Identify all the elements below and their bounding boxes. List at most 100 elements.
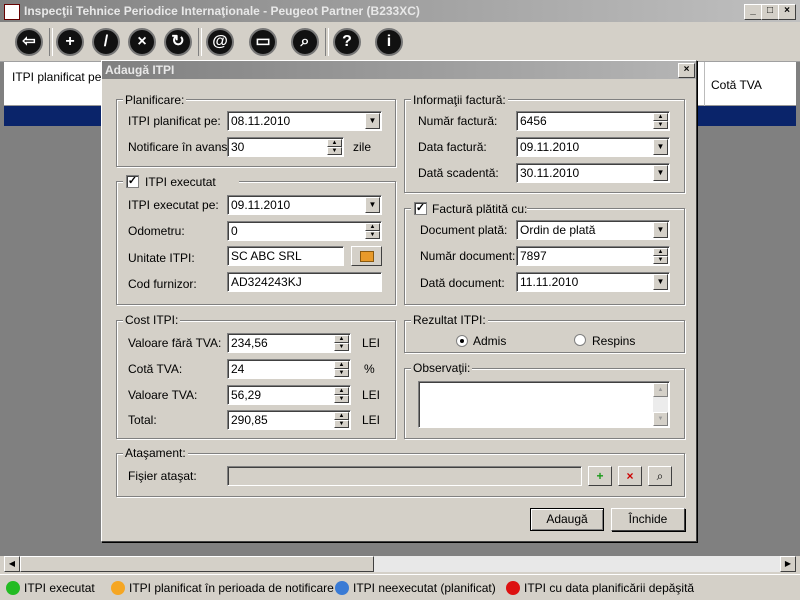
refresh-icon: ↻ — [164, 28, 192, 56]
search-button[interactable]: ⌕ — [288, 26, 322, 58]
column-header-vat[interactable]: Cotă TVA — [711, 78, 762, 92]
scroll-thumb[interactable] — [20, 556, 374, 572]
invoice-number-stepper[interactable]: 6456 ▲ ▼ — [516, 111, 670, 131]
dropdown-arrow-icon[interactable]: ▼ — [653, 274, 668, 290]
dropdown-arrow-icon[interactable]: ▼ — [653, 165, 668, 181]
exit-button[interactable]: ⇦ — [12, 26, 46, 58]
notice-label: Notificare în avans: — [128, 140, 231, 154]
value-no-vat-unit: LEI — [362, 336, 381, 350]
invoice-date-label: Data factură: — [418, 140, 487, 154]
due-date-picker[interactable]: 30.11.2010 ▼ — [516, 163, 670, 183]
spinner-icon[interactable]: ▲ ▼ — [653, 248, 668, 264]
email-button[interactable]: @ — [203, 26, 237, 58]
value-no-vat-stepper[interactable]: 234,56 ▲ ▼ — [227, 333, 351, 353]
dropdown-arrow-icon[interactable]: ▼ — [653, 139, 668, 155]
minimize-button[interactable]: _ — [744, 4, 762, 20]
maximize-button[interactable]: □ — [761, 4, 779, 20]
horizontal-scrollbar[interactable]: ◀ ▶ — [4, 556, 796, 572]
app-icon — [4, 4, 20, 20]
attachment-group-label: Ataşament: — [123, 446, 188, 460]
toolbar-separator — [325, 28, 329, 56]
notice-unit: zile — [353, 140, 372, 154]
vat-rate-label: Cotă TVA: — [128, 362, 183, 376]
total-label: Total: — [128, 413, 157, 427]
view-attachment-button[interactable]: ⌕ — [648, 466, 672, 486]
add-button[interactable]: + — [53, 26, 87, 58]
doc-number-stepper[interactable]: 7897 ▲ ▼ — [516, 246, 670, 266]
odometer-stepper[interactable]: 0 ▲ ▼ — [227, 221, 382, 241]
planned-date-picker[interactable]: 08.11.2010 ▼ — [227, 111, 382, 131]
admitted-label[interactable]: Admis — [473, 334, 506, 348]
paid-group-label: Factură plătită cu: — [432, 202, 528, 216]
executed-checkbox[interactable]: ✓ — [126, 175, 139, 188]
add-submit-button[interactable]: Adaugă — [530, 508, 604, 531]
remove-attachment-icon: × — [626, 469, 634, 483]
spinner-icon[interactable]: ▲ ▼ — [334, 387, 349, 403]
planned-date-label: ITPI planificat pe: — [128, 114, 221, 128]
scroll-left-arrow[interactable]: ◀ — [4, 556, 20, 572]
close-window-button[interactable]: × — [778, 4, 796, 20]
spinner-icon[interactable]: ▲ ▼ — [365, 223, 380, 239]
invoice-date-picker[interactable]: 09.11.2010 ▼ — [516, 137, 670, 157]
close-dialog-button[interactable]: Închide — [611, 508, 685, 531]
red-dot-icon — [506, 581, 520, 595]
toolbar: ⇦ + / × ↻ @ ▭ ⌕ ? i — [0, 22, 800, 62]
edit-button[interactable]: / — [89, 26, 123, 58]
spinner-icon[interactable]: ▲ ▼ — [653, 113, 668, 129]
window-titlebar: Inspecţii Tehnice Periodice Internaţiona… — [0, 0, 800, 22]
help-button[interactable]: ? — [330, 26, 364, 58]
dropdown-arrow-icon[interactable]: ▼ — [365, 113, 380, 129]
doc-date-picker[interactable]: 11.11.2010 ▼ — [516, 272, 670, 292]
remove-attachment-button[interactable]: × — [618, 466, 642, 486]
supplier-code-input[interactable]: AD324243KJ — [227, 272, 382, 292]
dialog-close-button[interactable]: × — [678, 63, 695, 78]
add-attachment-icon: + — [596, 469, 604, 483]
payment-doc-select[interactable]: Ordin de plată ▼ — [516, 220, 670, 240]
print-button[interactable]: ▭ — [246, 26, 280, 58]
executed-date-label: ITPI executat pe: — [128, 198, 219, 212]
dropdown-arrow-icon[interactable]: ▼ — [365, 197, 380, 213]
scroll-up-arrow[interactable]: ▲ — [653, 383, 668, 397]
refresh-button[interactable]: ↻ — [161, 26, 195, 58]
executed-date-picker[interactable]: 09.11.2010 ▼ — [227, 195, 382, 215]
spinner-icon[interactable]: ▲ ▼ — [334, 361, 349, 377]
toolbar-separator — [198, 28, 202, 56]
spinner-icon[interactable]: ▲ ▼ — [334, 335, 349, 351]
attached-file-input[interactable] — [227, 466, 582, 486]
supplier-code-label: Cod furnizor: — [128, 277, 197, 291]
observations-group-label: Observaţii: — [411, 361, 473, 375]
notice-stepper[interactable]: 30 ▲ ▼ — [227, 137, 344, 157]
invoice-number-label: Număr factură: — [418, 114, 498, 128]
vat-rate-stepper[interactable]: 24 ▲ ▼ — [227, 359, 351, 379]
total-stepper[interactable]: 290,85 ▲ ▼ — [227, 410, 351, 430]
vat-value-stepper[interactable]: 56,29 ▲ ▼ — [227, 385, 351, 405]
about-button[interactable]: i — [372, 26, 406, 58]
dropdown-arrow-icon[interactable]: ▼ — [653, 222, 668, 238]
observations-scrollbar[interactable]: ▲ ▼ — [653, 383, 668, 426]
spinner-icon[interactable]: ▲ ▼ — [327, 139, 342, 155]
delete-x-icon: × — [128, 28, 156, 56]
paid-checkbox[interactable]: ✓ — [414, 202, 427, 215]
scroll-right-arrow[interactable]: ▶ — [780, 556, 796, 572]
exit-icon: ⇦ — [15, 28, 43, 56]
dialog-titlebar: Adaugă ITPI × — [102, 61, 696, 79]
pencil-icon: / — [92, 28, 120, 56]
at-sign-icon: @ — [206, 28, 234, 56]
observations-textarea[interactable]: ▲ ▼ — [418, 381, 670, 428]
rejected-label[interactable]: Respins — [592, 334, 635, 348]
orange-dot-icon — [111, 581, 125, 595]
delete-button[interactable]: × — [125, 26, 159, 58]
attach-file-button[interactable]: + — [588, 466, 612, 486]
executed-group-header: ✓ ITPI executat — [123, 174, 239, 190]
scroll-down-arrow[interactable]: ▼ — [653, 412, 668, 426]
spinner-icon[interactable]: ▲ ▼ — [334, 412, 349, 428]
column-header-planned[interactable]: ITPI planificat pe — [12, 70, 102, 84]
admitted-radio[interactable] — [456, 335, 468, 347]
folder-icon — [359, 251, 374, 262]
unit-input[interactable]: SC ABC SRL — [227, 246, 344, 266]
rejected-radio[interactable] — [574, 334, 586, 346]
info-icon: i — [375, 28, 403, 56]
browse-unit-button[interactable] — [351, 246, 382, 266]
magnifier-icon: ⌕ — [656, 469, 664, 483]
unit-label: Unitate ITPI: — [128, 251, 195, 265]
